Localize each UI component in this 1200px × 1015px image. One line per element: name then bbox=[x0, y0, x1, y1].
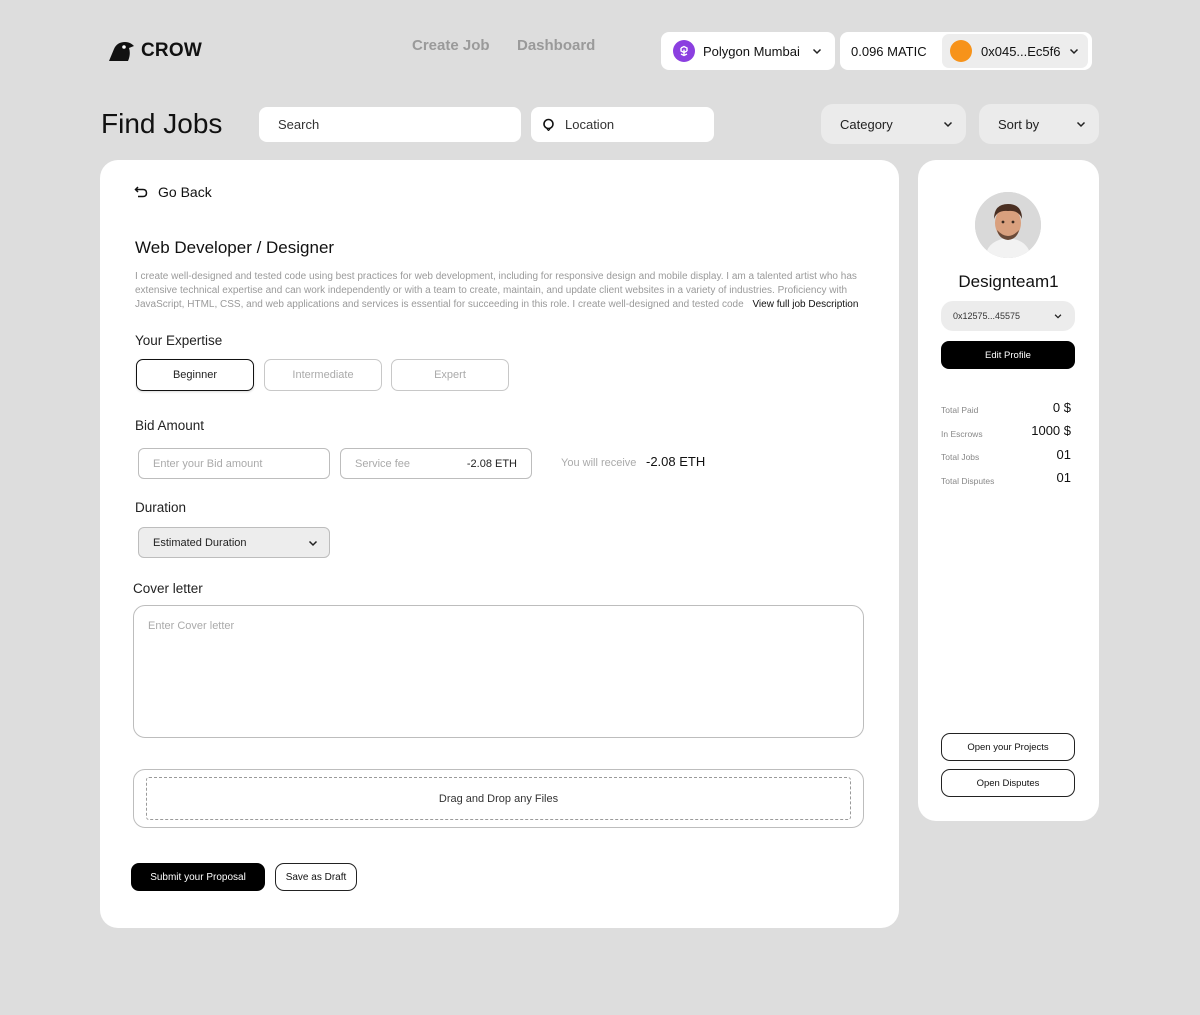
location-icon bbox=[543, 118, 554, 131]
crow-logo-icon bbox=[109, 42, 134, 61]
user-avatar bbox=[975, 192, 1041, 258]
job-description: I create well-designed and tested code u… bbox=[135, 270, 865, 312]
service-fee-value: -2.08 ETH bbox=[466, 457, 517, 470]
search-placeholder: Search bbox=[278, 117, 320, 132]
bid-amount-label: Bid Amount bbox=[135, 418, 205, 433]
chevron-down-icon bbox=[1069, 48, 1079, 55]
network-selector[interactable]: Polygon Mumbai bbox=[661, 32, 835, 70]
profile-card: Designteam1 0x12575...45575 Edit Profile… bbox=[918, 160, 1099, 821]
stat-total-disputes-value: 01 bbox=[1056, 470, 1071, 485]
chevron-down-icon bbox=[308, 540, 318, 546]
search-input[interactable]: Search bbox=[259, 107, 521, 142]
expertise-expert-button[interactable]: Expert bbox=[391, 359, 509, 391]
cover-letter-placeholder: Enter Cover letter bbox=[148, 620, 235, 632]
dropzone-label: Drag and Drop any Files bbox=[438, 792, 559, 805]
bid-amount-placeholder: Enter your Bid amount bbox=[153, 457, 263, 470]
stat-total-jobs-label: Total Jobs bbox=[941, 452, 980, 462]
profile-address-dropdown[interactable]: 0x12575...45575 bbox=[941, 301, 1075, 331]
duration-select[interactable]: Estimated Duration bbox=[138, 527, 330, 558]
expertise-label: Your Expertise bbox=[135, 333, 223, 348]
page-title: Find Jobs bbox=[101, 108, 223, 139]
duration-label: Duration bbox=[135, 500, 187, 515]
profile-name: Designteam1 bbox=[958, 272, 1059, 291]
category-dropdown[interactable]: Category bbox=[821, 104, 966, 144]
go-back-label: Go Back bbox=[158, 184, 212, 200]
chevron-down-icon bbox=[943, 121, 953, 128]
submit-proposal-button[interactable]: Submit your Proposal bbox=[131, 863, 265, 891]
stat-total-disputes-label: Total Disputes bbox=[941, 476, 995, 486]
sort-label: Sort by bbox=[998, 116, 1040, 132]
brand-name: CROW bbox=[141, 40, 202, 61]
stat-total-paid-value: 0 $ bbox=[1052, 400, 1071, 415]
category-label: Category bbox=[840, 116, 893, 132]
back-arrow-icon bbox=[134, 186, 148, 198]
profile-address: 0x12575...45575 bbox=[953, 311, 1021, 321]
wallet-address-dropdown[interactable]: 0x045...Ec5f6 bbox=[942, 34, 1088, 68]
stat-in-escrows-value: 1000 $ bbox=[1031, 423, 1071, 438]
chevron-down-icon bbox=[1054, 314, 1062, 319]
stat-total-jobs-value: 01 bbox=[1056, 447, 1071, 462]
service-fee-field: Service fee -2.08 ETH bbox=[340, 448, 532, 479]
receive-value: -2.08 ETH bbox=[646, 454, 706, 469]
job-description-text: I create well-designed and tested code u… bbox=[135, 271, 857, 310]
sort-dropdown[interactable]: Sort by bbox=[979, 104, 1099, 144]
wallet-widget[interactable]: 0.096 MATIC 0x045...Ec5f6 bbox=[840, 32, 1092, 70]
save-draft-button[interactable]: Save as Draft bbox=[275, 863, 357, 891]
chevron-down-icon bbox=[812, 48, 822, 55]
location-input[interactable]: Location bbox=[531, 107, 714, 142]
expertise-beginner-button[interactable]: Beginner bbox=[136, 359, 254, 391]
chevron-down-icon bbox=[1076, 121, 1086, 128]
job-proposal-card: Go Back Web Developer / Designer I creat… bbox=[100, 160, 899, 928]
brand-logo[interactable]: CROW bbox=[107, 40, 202, 62]
open-disputes-button[interactable]: Open Disputes bbox=[941, 769, 1075, 797]
wallet-balance: 0.096 MATIC bbox=[851, 43, 927, 59]
wallet-address: 0x045...Ec5f6 bbox=[981, 43, 1061, 59]
file-dropzone[interactable]: Drag and Drop any Files bbox=[133, 769, 864, 828]
service-fee-label: Service fee bbox=[355, 457, 411, 470]
wallet-avatar-icon bbox=[950, 40, 972, 62]
network-name: Polygon Mumbai bbox=[703, 43, 800, 59]
duration-value: Estimated Duration bbox=[153, 536, 247, 549]
go-back-link[interactable]: Go Back bbox=[134, 184, 212, 200]
file-dropzone-area[interactable]: Drag and Drop any Files bbox=[146, 777, 851, 820]
stat-in-escrows-label: In Escrows bbox=[941, 429, 983, 439]
expertise-intermediate-button[interactable]: Intermediate bbox=[264, 359, 382, 391]
open-projects-button[interactable]: Open your Projects bbox=[941, 733, 1075, 761]
nav-dashboard[interactable]: Dashboard bbox=[517, 37, 595, 54]
edit-profile-button[interactable]: Edit Profile bbox=[941, 341, 1075, 369]
receive-label: You will receive bbox=[561, 457, 637, 469]
cover-letter-label: Cover letter bbox=[133, 581, 203, 596]
view-full-description-link[interactable]: View full job Description bbox=[752, 299, 858, 310]
location-placeholder: Location bbox=[565, 117, 615, 132]
stat-total-paid-label: Total Paid bbox=[941, 405, 979, 415]
nav-create-job[interactable]: Create Job bbox=[412, 37, 490, 54]
cover-letter-textarea[interactable]: Enter Cover letter bbox=[133, 605, 864, 738]
bid-amount-input[interactable]: Enter your Bid amount bbox=[138, 448, 330, 479]
polygon-icon bbox=[673, 40, 695, 62]
job-title: Web Developer / Designer bbox=[135, 238, 335, 257]
